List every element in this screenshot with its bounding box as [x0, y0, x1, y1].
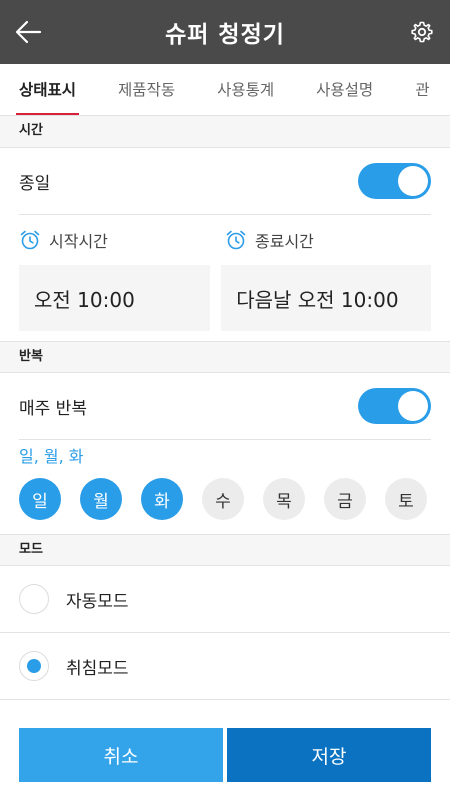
all-day-toggle[interactable] — [358, 163, 431, 199]
alarm-clock-icon — [20, 230, 40, 250]
tab-manual[interactable]: 사용설명 — [316, 64, 373, 115]
end-time-field[interactable]: 다음날 오전 10:00 — [221, 265, 431, 331]
section-header-mode: 모드 — [0, 534, 450, 566]
mode-option-label: 취침모드 — [66, 658, 129, 679]
mode-option-auto[interactable]: 자동모드 — [0, 566, 450, 632]
day-tuesday[interactable]: 화 — [141, 478, 183, 520]
start-time-label: 시작시간 — [49, 232, 108, 251]
section-header-repeat: 반복 — [0, 341, 450, 373]
save-button[interactable]: 저장 — [227, 728, 431, 782]
section-header-time: 시간 — [0, 116, 450, 148]
footer-actions: 취소 저장 — [19, 728, 431, 782]
day-wednesday[interactable]: 수 — [202, 478, 244, 520]
start-time-field[interactable]: 오전 10:00 — [19, 265, 211, 331]
arrow-left-icon[interactable] — [14, 18, 44, 46]
day-selector: 일 월 화 수 목 금 토 — [0, 474, 450, 524]
alarm-clock-icon — [226, 230, 246, 250]
weekly-repeat-toggle[interactable] — [358, 388, 431, 424]
cancel-button[interactable]: 취소 — [19, 728, 223, 782]
mode-option-sleep[interactable]: 취침모드 — [0, 633, 450, 699]
day-friday[interactable]: 금 — [324, 478, 366, 520]
radio-dot — [27, 659, 41, 673]
day-thursday[interactable]: 목 — [263, 478, 305, 520]
toggle-knob — [398, 166, 428, 196]
time-boxes: 오전 10:00 다음날 오전 10:00 — [0, 265, 450, 331]
day-sunday[interactable]: 일 — [19, 478, 61, 520]
selected-days-summary: 일, 월, 화 — [19, 447, 84, 466]
mode-option-label: 자동모드 — [66, 591, 129, 612]
divider — [0, 699, 450, 700]
gear-icon[interactable] — [410, 20, 434, 44]
tab-status[interactable]: 상태표시 — [15, 64, 80, 115]
tab-operation[interactable]: 제품작동 — [118, 64, 175, 115]
day-monday[interactable]: 월 — [80, 478, 122, 520]
day-saturday[interactable]: 토 — [385, 478, 427, 520]
page-title: 슈퍼 청정기 — [165, 22, 285, 48]
toggle-knob — [398, 391, 428, 421]
app-header: 슈퍼 청정기 — [0, 0, 450, 64]
tab-management[interactable]: 관 — [415, 64, 429, 115]
time-labels: 시작시간 종료시간 — [0, 215, 450, 265]
all-day-row: 종일 — [0, 148, 450, 214]
end-time-heading: 종료시간 — [225, 228, 431, 252]
weekly-repeat-label: 매주 반복 — [19, 398, 87, 419]
radio-button-selected[interactable] — [19, 651, 49, 681]
start-time-heading: 시작시간 — [19, 228, 225, 252]
weekly-repeat-row: 매주 반복 — [0, 373, 450, 439]
tab-bar: 상태표시 제품작동 사용통계 사용설명 관 — [0, 64, 450, 116]
tab-statistics[interactable]: 사용통계 — [217, 64, 274, 115]
radio-button[interactable] — [19, 584, 49, 614]
all-day-label: 종일 — [19, 173, 51, 194]
end-time-label: 종료시간 — [255, 232, 314, 251]
